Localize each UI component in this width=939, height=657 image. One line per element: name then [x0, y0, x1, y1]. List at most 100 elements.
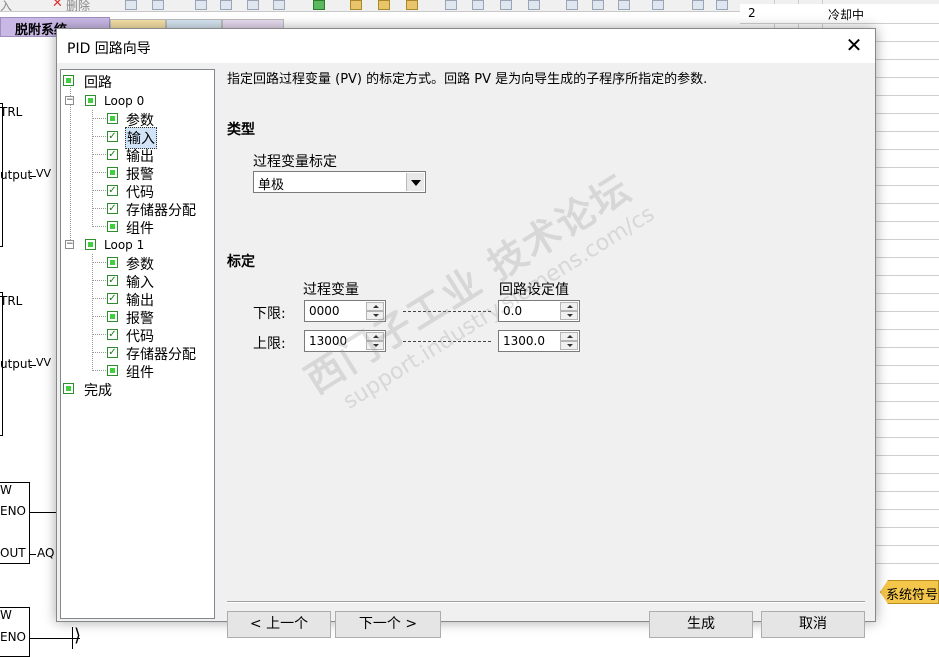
tree-line: [92, 334, 106, 335]
status-square-icon: [107, 113, 118, 124]
page-icon[interactable]: [247, 0, 259, 10]
dialog-titlebar[interactable]: PID 回路向导 ✕: [57, 29, 875, 63]
checkmark-icon: ✓: [107, 149, 118, 160]
pv-scale-dropdown[interactable]: 单极: [253, 171, 426, 193]
arrow-icon[interactable]: [500, 0, 512, 10]
block-label: TRL: [0, 294, 23, 308]
prev-button[interactable]: < 上一个: [227, 611, 331, 638]
box-icon[interactable]: [618, 0, 630, 10]
type-section-title: 类型: [227, 122, 255, 138]
toolbar-fragment: 入: [0, 0, 13, 12]
wire-glyph: VV: [36, 167, 52, 180]
network-icon[interactable]: [152, 0, 164, 10]
pv-scale-label: 过程变量标定: [253, 154, 337, 170]
spin-up-icon[interactable]: [366, 332, 384, 341]
status-square-icon: [63, 383, 74, 394]
tree-item-label: 输入: [126, 275, 154, 291]
spin-buttons[interactable]: [366, 332, 384, 350]
sp-low-input[interactable]: [501, 302, 557, 320]
tree-line: [92, 298, 106, 299]
block-pin-label: ENO: [0, 630, 27, 644]
tree-item-label: Loop 0: [104, 94, 145, 108]
lock-icon[interactable]: [350, 0, 362, 10]
pid-wizard-dialog: PID 回路向导 ✕ 回路 − Loop 0 参数 ✓ 输入 ✓ 输出 报警 ✓…: [56, 28, 876, 638]
status-square-icon: [85, 95, 96, 106]
tab-system-symbols[interactable]: 系统符号: [880, 580, 939, 604]
spin-buttons[interactable]: [560, 332, 578, 350]
tree-item-label: 代码: [126, 185, 154, 201]
wire: [30, 554, 36, 555]
tree-item-label: 报警: [126, 167, 154, 183]
block-label: W: [0, 608, 12, 622]
delete-icon[interactable]: ✕: [52, 0, 63, 11]
lock-icon[interactable]: [406, 0, 418, 10]
tree-line: [92, 110, 93, 227]
spin-buttons[interactable]: [560, 302, 578, 320]
chevron-down-icon[interactable]: [406, 173, 424, 191]
spin-buttons[interactable]: [366, 302, 384, 320]
spin-up-icon[interactable]: [560, 332, 578, 341]
tree-item-label: 存储器分配: [126, 347, 196, 363]
tree-line: [92, 154, 106, 155]
pv-low-input[interactable]: [307, 302, 363, 320]
pv-high-input[interactable]: [307, 332, 363, 350]
page-icon[interactable]: [195, 0, 207, 10]
screen-icon[interactable]: [652, 0, 664, 10]
table-icon[interactable]: [716, 0, 728, 10]
delete-button-label[interactable]: 删除: [66, 0, 90, 11]
high-limit-label: 上限:: [253, 336, 286, 352]
checkmark-icon: ✓: [107, 203, 118, 214]
block-label: W: [0, 483, 12, 497]
checkmark-icon: ✓: [107, 185, 118, 196]
tree-line: [92, 118, 106, 119]
tree-line: [92, 208, 106, 209]
sp-low-stepper[interactable]: [498, 300, 580, 322]
sp-high-stepper[interactable]: [498, 330, 580, 352]
operand-label: AQ: [37, 546, 55, 560]
checkmark-icon: ✓: [107, 293, 118, 304]
status-square-icon: [85, 239, 96, 250]
spin-down-icon[interactable]: [366, 341, 384, 350]
status-square-icon: [107, 221, 118, 232]
status-square-icon: [107, 365, 118, 376]
spin-up-icon[interactable]: [560, 302, 578, 311]
arrow-icon[interactable]: [445, 0, 457, 10]
tree-line: [92, 370, 106, 371]
compile-icon[interactable]: [313, 0, 325, 10]
arrow-icon[interactable]: [472, 0, 484, 10]
tree-item-label: 完成: [84, 383, 112, 399]
pv-column-header: 过程变量: [303, 282, 359, 298]
spin-down-icon[interactable]: [366, 311, 384, 320]
pv-scale-value: 单极: [258, 178, 285, 193]
setpoint-column-header: 回路设定值: [499, 282, 569, 298]
contact-icon[interactable]: [566, 0, 578, 10]
table-icon[interactable]: [692, 0, 704, 10]
collapse-icon[interactable]: −: [65, 240, 74, 249]
collapse-icon[interactable]: −: [65, 96, 74, 105]
mapping-dashed-line: [403, 311, 491, 312]
next-button[interactable]: 下一个 >: [335, 611, 441, 638]
spin-down-icon[interactable]: [560, 341, 578, 350]
arrow-icon[interactable]: [528, 0, 540, 10]
checkmark-icon: ✓: [107, 347, 118, 358]
lock-icon[interactable]: [378, 0, 390, 10]
pv-high-stepper[interactable]: [304, 330, 386, 352]
cancel-button[interactable]: 取消: [761, 611, 865, 638]
generate-button[interactable]: 生成: [649, 611, 753, 638]
tree-line: [92, 352, 106, 353]
coil-icon[interactable]: [592, 0, 604, 10]
spin-up-icon[interactable]: [366, 302, 384, 311]
network-icon[interactable]: [125, 0, 137, 10]
ladder-editor[interactable]: TRL utput VV TRL utput VV W ENO OUT AQ W…: [0, 37, 58, 657]
close-icon[interactable]: ✕: [843, 35, 865, 57]
page-icon[interactable]: [273, 0, 285, 10]
tree-item-label: 回路: [84, 75, 112, 91]
table-row[interactable]: 2 冷却中: [740, 4, 939, 24]
wire: [30, 512, 56, 513]
page-icon[interactable]: [220, 0, 232, 10]
spin-down-icon[interactable]: [560, 311, 578, 320]
wizard-nav-tree[interactable]: 回路 − Loop 0 参数 ✓ 输入 ✓ 输出 报警 ✓ 代码 ✓ 存储器分配…: [60, 69, 215, 619]
sp-high-input[interactable]: [501, 332, 557, 350]
block-output-label: utput: [0, 168, 33, 182]
pv-low-stepper[interactable]: [304, 300, 386, 322]
